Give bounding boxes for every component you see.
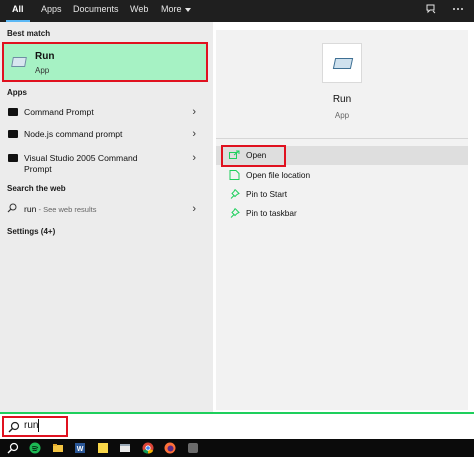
action-label: Pin to taskbar xyxy=(246,208,297,218)
search-input[interactable]: run xyxy=(24,420,38,431)
open-highlight-box xyxy=(221,145,286,167)
svg-text:W: W xyxy=(77,446,84,453)
search-tabs-bar: All Apps Documents Web More xyxy=(0,0,474,22)
list-item-label: Command Prompt xyxy=(24,107,94,117)
feedback-icon[interactable] xyxy=(423,3,439,19)
apps-heading: Apps xyxy=(7,88,27,97)
terminal-icon xyxy=(8,154,18,162)
list-item-nodejs-prompt[interactable]: Node.js command prompt › xyxy=(0,124,211,146)
file-explorer-icon[interactable] xyxy=(52,442,64,454)
file-manager-icon[interactable] xyxy=(119,442,131,454)
tab-web[interactable]: Web xyxy=(124,0,154,22)
word-icon[interactable]: W xyxy=(74,442,86,454)
search-icon[interactable] xyxy=(7,442,19,454)
action-label: Open file location xyxy=(246,170,311,180)
tab-more[interactable]: More xyxy=(155,0,197,22)
list-item-command-prompt[interactable]: Command Prompt › xyxy=(0,102,211,124)
tab-apps[interactable]: Apps xyxy=(35,0,68,22)
run-app-icon xyxy=(11,57,27,67)
search-icon xyxy=(8,421,20,433)
list-item-web-search[interactable]: run - See web results › xyxy=(0,199,211,221)
app-icon[interactable] xyxy=(187,442,199,454)
preview-panel: Run App Open Open file location Pin to S… xyxy=(216,30,468,410)
web-hint: - See web results xyxy=(36,205,97,214)
web-query: run xyxy=(24,204,37,214)
search-bar[interactable] xyxy=(0,412,474,439)
terminal-icon xyxy=(8,108,18,116)
search-icon xyxy=(7,203,17,213)
list-item-label: Node.js command prompt xyxy=(24,129,123,139)
results-panel: Best match Run App Apps Command Prompt ›… xyxy=(0,22,213,412)
taskbar: W xyxy=(0,439,474,457)
list-item-vs2005-prompt[interactable]: Visual Studio 2005 Command Prompt › xyxy=(0,148,211,178)
best-match-subtitle: App xyxy=(35,66,50,75)
spotify-icon[interactable] xyxy=(29,442,41,454)
pin-icon xyxy=(230,208,240,218)
tab-documents[interactable]: Documents xyxy=(67,0,125,22)
pin-icon xyxy=(230,189,240,199)
divider xyxy=(216,138,468,139)
preview-subtitle: App xyxy=(334,111,350,120)
action-label: Pin to Start xyxy=(246,189,288,199)
more-options-icon[interactable] xyxy=(450,3,466,19)
tab-more-label: More xyxy=(161,4,182,14)
action-pin-to-start[interactable]: Pin to Start xyxy=(216,185,468,204)
best-match-title: Run xyxy=(35,51,55,62)
search-window: All Apps Documents Web More Best match R… xyxy=(0,0,474,457)
list-item-label-line2: Prompt xyxy=(24,164,52,174)
action-open-file-location[interactable]: Open file location xyxy=(216,166,468,185)
search-web-heading: Search the web xyxy=(7,184,66,193)
chrome-icon[interactable] xyxy=(142,442,154,454)
settings-heading[interactable]: Settings (4+) xyxy=(7,227,55,236)
chevron-right-icon[interactable]: › xyxy=(192,203,196,215)
terminal-icon xyxy=(8,130,18,138)
chevron-right-icon[interactable]: › xyxy=(192,152,196,164)
file-location-icon xyxy=(229,170,240,180)
chevron-down-icon xyxy=(184,7,191,12)
text-caret xyxy=(38,419,39,432)
preview-title: Run xyxy=(332,94,352,105)
list-item-label-line1: Visual Studio 2005 Command xyxy=(24,153,138,163)
firefox-icon[interactable] xyxy=(164,442,176,454)
action-pin-to-taskbar[interactable]: Pin to taskbar xyxy=(216,204,468,223)
tab-all[interactable]: All xyxy=(6,0,30,22)
run-app-icon xyxy=(322,43,362,83)
sticky-notes-icon[interactable] xyxy=(97,442,109,454)
chevron-right-icon[interactable]: › xyxy=(192,106,196,118)
chevron-right-icon[interactable]: › xyxy=(192,128,196,140)
best-match-run[interactable]: Run App xyxy=(2,42,208,82)
list-item-label: Visual Studio 2005 Command Prompt xyxy=(24,153,138,175)
list-item-label: run - See web results xyxy=(24,204,96,215)
best-match-heading: Best match xyxy=(7,29,51,38)
